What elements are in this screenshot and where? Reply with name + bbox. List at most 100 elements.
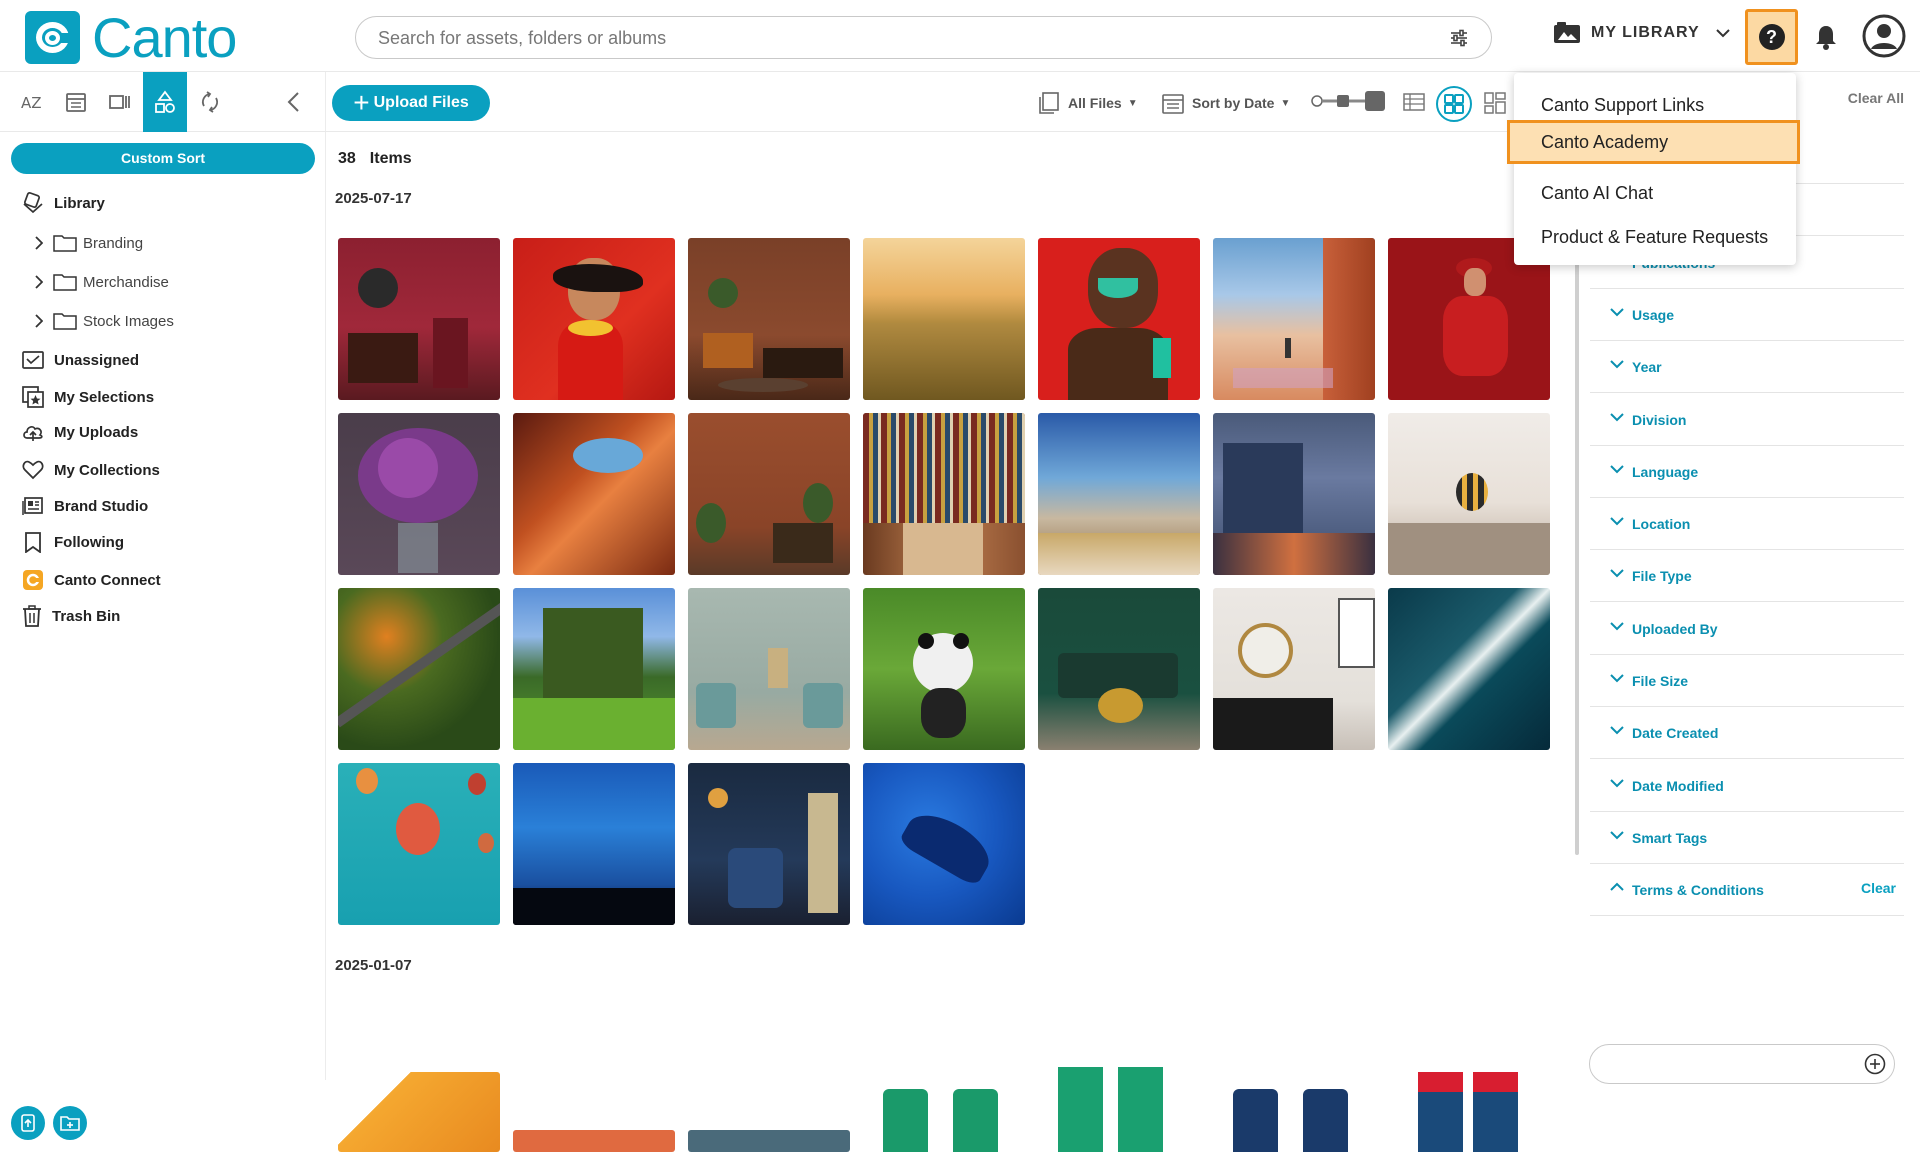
asset-thumbnail[interactable] (688, 588, 850, 750)
avatar-icon[interactable] (1862, 14, 1906, 58)
left-sidebar: AZ Custom Sort Library Branding Merchand… (0, 72, 326, 1140)
search-bar (355, 16, 1492, 59)
album-view-icon[interactable] (99, 72, 141, 132)
sidebar-item-brand-studio[interactable]: Brand Studio (22, 496, 148, 516)
filter-usage[interactable]: Usage (1590, 289, 1904, 341)
asset-thumbnail[interactable] (338, 763, 500, 925)
content-toolbar: + Upload Files All Files ▼ Sort by Date … (326, 72, 1575, 132)
asset-thumbnail[interactable] (513, 588, 675, 750)
shapes-icon[interactable] (143, 72, 187, 132)
asset-thumbnail[interactable] (1388, 588, 1550, 750)
clear-filter-button[interactable]: Clear (1861, 880, 1896, 896)
asset-thumbnail[interactable] (863, 588, 1025, 750)
filter-language[interactable]: Language (1590, 446, 1904, 498)
asset-thumbnail[interactable] (513, 413, 675, 575)
asset-thumbnail[interactable] (1038, 238, 1200, 400)
caret-down-icon: ▼ (1127, 97, 1138, 109)
chevron-down-icon (1610, 726, 1624, 735)
sidebar-item-library[interactable]: Library (22, 192, 105, 214)
asset-thumbnail[interactable] (688, 413, 850, 575)
canto-logo[interactable]: Canto (25, 10, 237, 66)
add-circle-icon[interactable] (1864, 1053, 1886, 1075)
asset-thumbnail[interactable] (513, 238, 675, 400)
asset-thumbnail[interactable] (1038, 1062, 1200, 1152)
bell-icon[interactable] (1815, 24, 1837, 50)
sidebar-item-canto-connect[interactable]: Canto Connect (22, 569, 161, 591)
folder-stock-images[interactable]: Stock Images (34, 312, 174, 330)
calendar-sort-icon[interactable] (55, 72, 97, 132)
clear-all-button[interactable]: Clear All (1848, 90, 1904, 106)
asset-thumbnail[interactable] (863, 763, 1025, 925)
sort-dropdown[interactable]: Sort by Date ▼ (1162, 92, 1290, 114)
asset-thumbnail[interactable] (863, 238, 1025, 400)
filter-date-created[interactable]: Date Created (1590, 707, 1904, 760)
menu-item-ai-chat[interactable]: Canto AI Chat (1514, 171, 1796, 215)
filter-uploaded-by[interactable]: Uploaded By (1590, 603, 1904, 655)
asset-thumbnail[interactable] (338, 1072, 500, 1152)
chevron-right-icon[interactable] (34, 314, 43, 328)
asset-thumbnail[interactable] (1213, 1084, 1375, 1152)
asset-thumbnail[interactable] (688, 763, 850, 925)
filter-date-modified[interactable]: Date Modified (1590, 760, 1904, 812)
new-folder-button[interactable] (53, 1106, 87, 1140)
filter-icon[interactable] (1449, 28, 1469, 48)
chevron-down-icon (1610, 412, 1624, 421)
asset-thumbnail[interactable] (1038, 413, 1200, 575)
my-library-switcher[interactable]: MY LIBRARY (1553, 22, 1740, 44)
asset-thumbnail[interactable] (1388, 1072, 1550, 1152)
asset-thumbnail[interactable] (513, 763, 675, 925)
upload-files-button[interactable]: + Upload Files (332, 85, 490, 121)
filter-file-size[interactable]: File Size (1590, 655, 1904, 707)
filter-location[interactable]: Location (1590, 498, 1904, 551)
asset-thumbnail[interactable] (338, 413, 500, 575)
asset-thumbnail[interactable] (688, 238, 850, 400)
sidebar-item-my-selections[interactable]: My Selections (22, 386, 154, 408)
asset-thumbnail[interactable] (513, 1130, 675, 1152)
masonry-view-icon[interactable] (1484, 92, 1506, 114)
alpha-sort-icon[interactable]: AZ (11, 72, 53, 132)
filter-division[interactable]: Division (1590, 394, 1904, 446)
sidebar-item-my-collections[interactable]: My Collections (22, 460, 160, 480)
sidebar-item-my-uploads[interactable]: My Uploads (22, 422, 138, 442)
sidebar-item-unassigned[interactable]: Unassigned (22, 350, 139, 370)
trash-icon (23, 605, 41, 627)
brand-studio-icon (22, 497, 43, 515)
filter-terms-conditions[interactable]: Terms & Conditions Clear (1590, 864, 1904, 917)
terms-input[interactable] (1589, 1044, 1895, 1084)
asset-thumbnail[interactable] (1213, 588, 1375, 750)
chevron-down-icon (1610, 308, 1624, 317)
sidebar-item-trash-bin[interactable]: Trash Bin (22, 605, 120, 627)
thumbnail-size-slider[interactable] (1311, 88, 1385, 114)
collapse-sidebar-icon[interactable] (272, 72, 314, 132)
filter-smart-tags[interactable]: Smart Tags (1590, 812, 1904, 864)
asset-thumbnail[interactable] (1213, 413, 1375, 575)
asset-thumbnail[interactable] (688, 1130, 850, 1152)
asset-thumbnail[interactable] (338, 588, 500, 750)
filter-year[interactable]: Year (1590, 341, 1904, 394)
asset-thumbnail[interactable] (338, 238, 500, 400)
chevron-right-icon[interactable] (34, 275, 43, 289)
refresh-icon[interactable] (189, 72, 231, 132)
custom-sort-button[interactable]: Custom Sort (11, 143, 315, 174)
asset-thumbnail[interactable] (863, 413, 1025, 575)
menu-item-canto-academy[interactable]: Canto Academy (1507, 120, 1800, 164)
folder-branding[interactable]: Branding (34, 234, 143, 252)
asset-thumbnail[interactable] (1213, 238, 1375, 400)
grid-view-button[interactable] (1436, 86, 1472, 122)
search-input[interactable] (378, 25, 1378, 51)
folder-merchandise[interactable]: Merchandise (34, 273, 169, 291)
menu-item-feature-requests[interactable]: Product & Feature Requests (1514, 215, 1796, 259)
chevron-right-icon[interactable] (34, 236, 43, 250)
list-view-icon[interactable] (1403, 92, 1425, 112)
asset-thumbnail[interactable] (863, 1084, 1025, 1152)
sidebar-item-label: My Uploads (54, 423, 139, 441)
asset-thumbnail[interactable] (1038, 588, 1200, 750)
sidebar-item-label: My Selections (54, 388, 155, 406)
sidebar-item-following[interactable]: Following (22, 531, 124, 553)
upload-portal-button[interactable] (11, 1106, 45, 1140)
help-button[interactable]: ? (1745, 9, 1798, 65)
item-count-number: 38 (338, 150, 356, 167)
all-files-dropdown[interactable]: All Files ▼ (1038, 92, 1138, 114)
asset-thumbnail[interactable] (1388, 413, 1550, 575)
filter-file-type[interactable]: File Type (1590, 550, 1904, 603)
